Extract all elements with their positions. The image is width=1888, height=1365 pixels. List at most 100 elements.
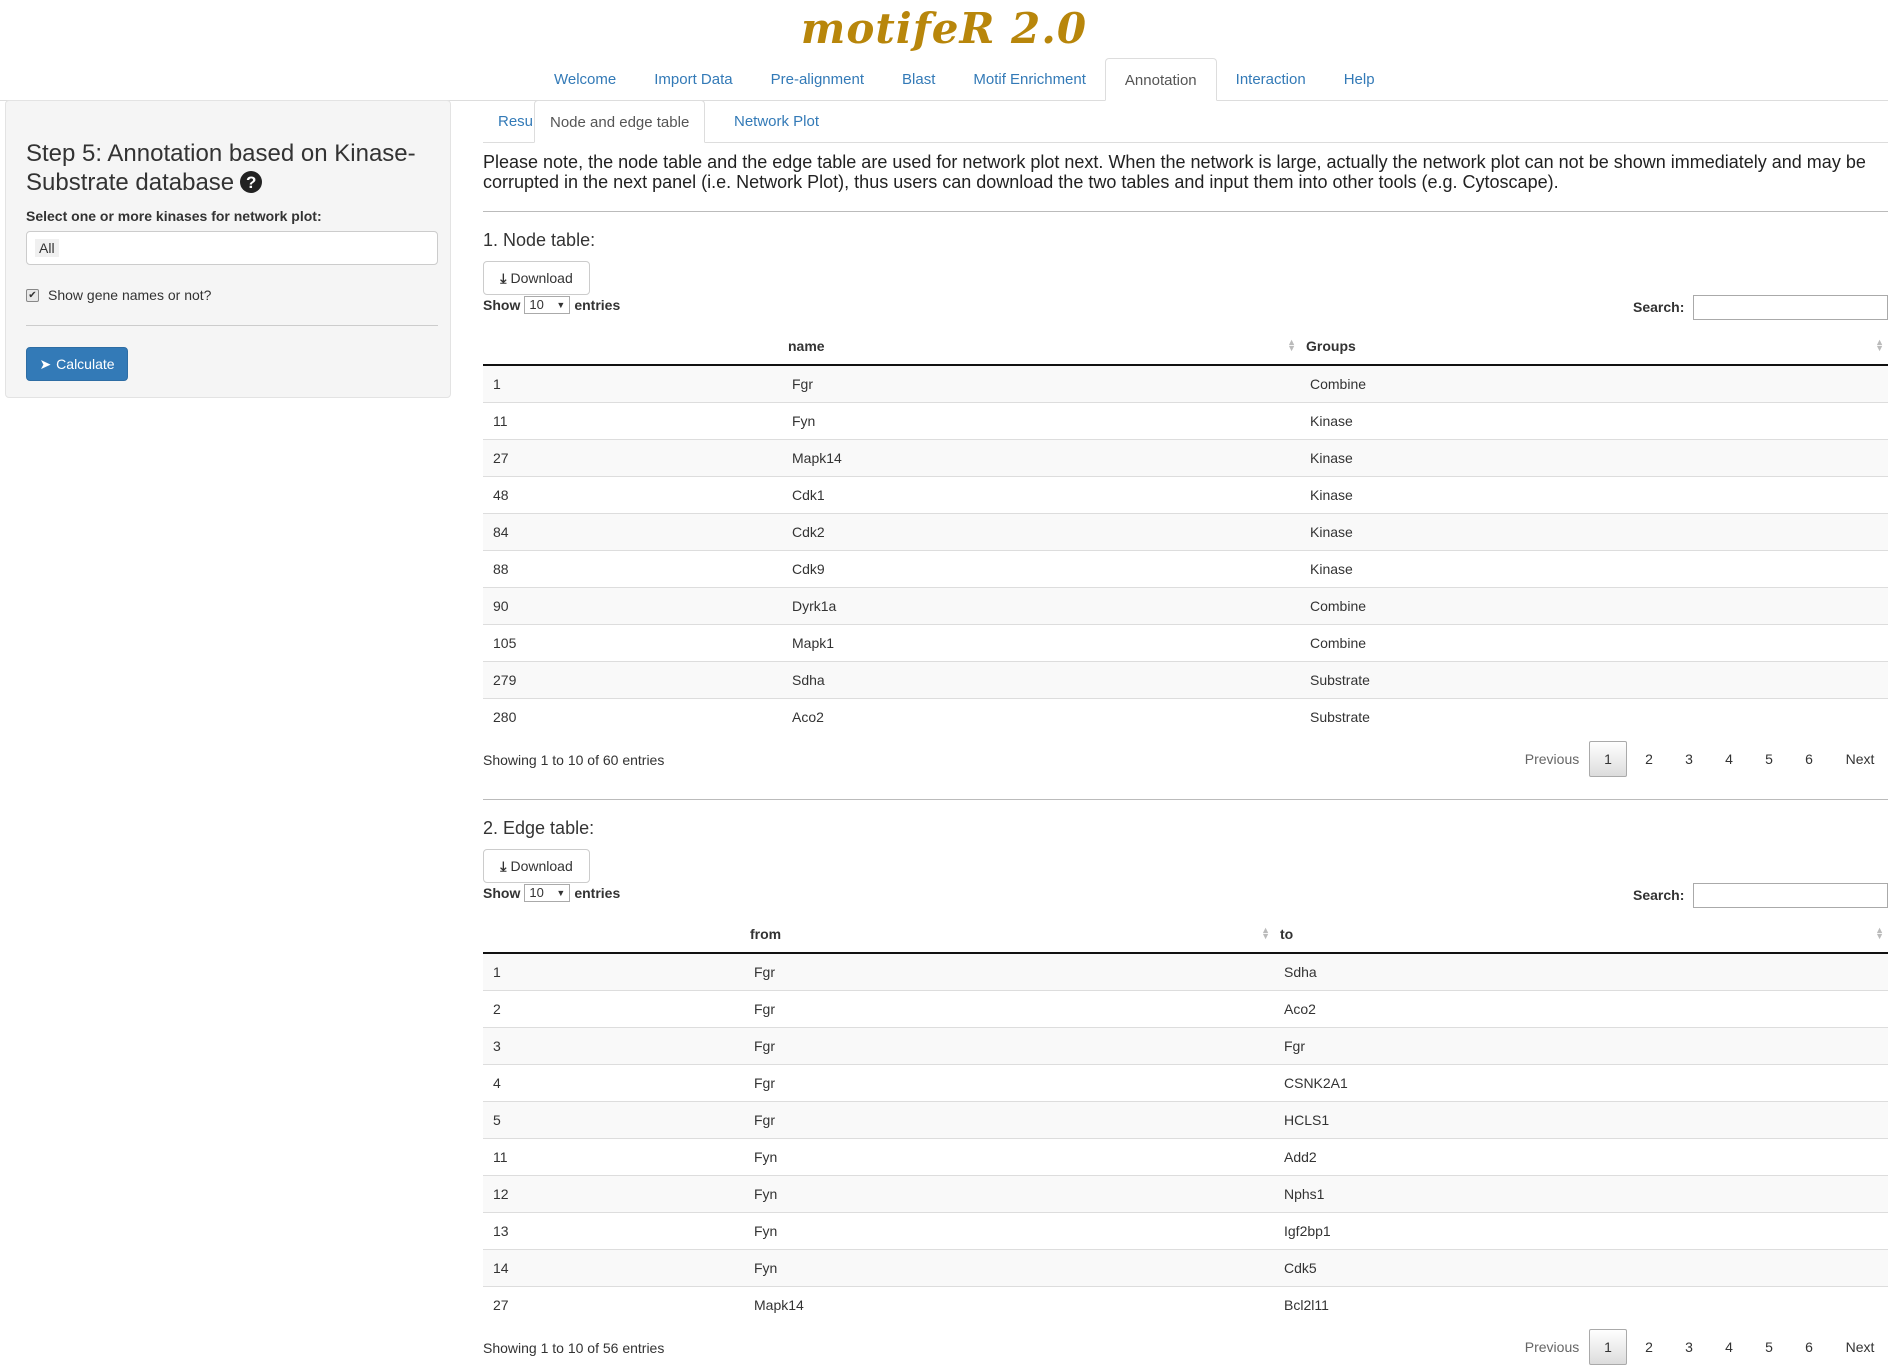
edge-search-input[interactable] bbox=[1693, 883, 1888, 908]
table-row[interactable]: 14 Fyn Cdk5 bbox=[483, 1249, 1888, 1287]
kinase-select-value[interactable]: All bbox=[35, 239, 59, 257]
table-cell: 90 bbox=[483, 587, 782, 625]
table-cell: 27 bbox=[483, 1286, 744, 1323]
column-header-from[interactable]: from ▲ ▼ bbox=[744, 915, 1274, 954]
table-row[interactable]: 280 Aco2 Substrate bbox=[483, 698, 1888, 735]
subtab-node-edge-table[interactable]: Node and edge table bbox=[534, 100, 706, 143]
tab-import-data[interactable]: Import Data bbox=[635, 58, 751, 100]
table-cell: CSNK2A1 bbox=[1274, 1064, 1888, 1102]
table-row[interactable]: 3 Fgr Fgr bbox=[483, 1027, 1888, 1065]
edge-page-2[interactable]: 2 bbox=[1631, 1329, 1667, 1365]
subtab-network-plot[interactable]: Network Plot bbox=[719, 100, 834, 142]
table-cell: Kinase bbox=[1300, 402, 1888, 440]
edge-length-select[interactable]: 10 ▼ bbox=[524, 884, 571, 902]
table-cell: Fyn bbox=[744, 1138, 1274, 1176]
app-title: motifeR 2.0 bbox=[800, 4, 1088, 53]
table-row[interactable]: 11 Fyn Kinase bbox=[483, 402, 1888, 440]
table-row[interactable]: 27 Mapk14 Bcl2l11 bbox=[483, 1286, 1888, 1323]
node-page-5[interactable]: 5 bbox=[1751, 741, 1787, 777]
table-row[interactable]: 11 Fyn Add2 bbox=[483, 1138, 1888, 1176]
sort-icon: ▲ ▼ bbox=[1875, 337, 1884, 353]
edge-table-title: 2. Edge table: bbox=[483, 818, 595, 838]
edge-page-1[interactable]: 1 bbox=[1589, 1329, 1627, 1365]
table-row[interactable]: 12 Fyn Nphs1 bbox=[483, 1175, 1888, 1213]
node-download-button[interactable]: ⤓ Download bbox=[483, 261, 590, 295]
chevron-down-icon: ▼ bbox=[556, 300, 566, 310]
node-entries-label: entries bbox=[574, 297, 621, 313]
tab-welcome[interactable]: Welcome bbox=[535, 58, 635, 100]
table-cell: 3 bbox=[483, 1027, 744, 1065]
node-search-label: Search: bbox=[1633, 299, 1685, 315]
edge-pagination-next[interactable]: Next bbox=[1833, 1329, 1887, 1365]
table-row[interactable]: 2 Fgr Aco2 bbox=[483, 990, 1888, 1028]
node-page-6[interactable]: 6 bbox=[1791, 741, 1827, 777]
table-row[interactable]: 48 Cdk1 Kinase bbox=[483, 476, 1888, 514]
tab-motif-enrichment[interactable]: Motif Enrichment bbox=[954, 58, 1105, 100]
node-pagination-previous[interactable]: Previous bbox=[1515, 741, 1589, 777]
node-pagination-next[interactable]: Next bbox=[1833, 741, 1887, 777]
edge-download-button[interactable]: ⤓ Download bbox=[483, 849, 590, 883]
table-cell: Sdha bbox=[1274, 952, 1888, 991]
table-row[interactable]: 5 Fgr HCLS1 bbox=[483, 1101, 1888, 1139]
node-download-label: Download bbox=[510, 270, 573, 286]
table-cell: Fgr bbox=[782, 364, 1300, 403]
tab-annotation[interactable]: Annotation bbox=[1104, 58, 1217, 101]
table-cell: Fgr bbox=[744, 1101, 1274, 1139]
edge-pagination-previous[interactable]: Previous bbox=[1515, 1329, 1589, 1365]
column-header-from-label: from bbox=[750, 925, 782, 942]
edge-length-value: 10 bbox=[529, 885, 544, 900]
table-cell: Kinase bbox=[1300, 550, 1888, 588]
edge-page-6[interactable]: 6 bbox=[1791, 1329, 1827, 1365]
node-table: name ▲ ▼ Groups ▲ ▼ 1 Fgr Combine 11 Fyn Kinase 27… bbox=[483, 327, 1888, 735]
note-text: Please note, the node table and the edge… bbox=[483, 152, 1866, 192]
tab-interaction[interactable]: Interaction bbox=[1217, 58, 1325, 100]
tab-blast[interactable]: Blast bbox=[883, 58, 954, 100]
table-cell: Cdk5 bbox=[1274, 1249, 1888, 1287]
node-page-2[interactable]: 2 bbox=[1631, 741, 1667, 777]
column-header-name[interactable]: name ▲ ▼ bbox=[782, 327, 1300, 366]
table-row[interactable]: 105 Mapk1 Combine bbox=[483, 624, 1888, 662]
main-panel: Results Node and edge table Network Plot… bbox=[483, 100, 1888, 1365]
node-page-4[interactable]: 4 bbox=[1711, 741, 1747, 777]
column-header-to[interactable]: to ▲ ▼ bbox=[1274, 915, 1888, 954]
node-page-1[interactable]: 1 bbox=[1589, 741, 1627, 777]
table-row[interactable]: 84 Cdk2 Kinase bbox=[483, 513, 1888, 551]
sidebar-divider bbox=[26, 325, 438, 326]
table-cell: Kinase bbox=[1300, 476, 1888, 514]
node-page-3[interactable]: 3 bbox=[1671, 741, 1707, 777]
kinase-select[interactable]: All bbox=[26, 231, 438, 265]
column-header-groups[interactable]: Groups ▲ ▼ bbox=[1300, 327, 1888, 366]
table-cell: Nphs1 bbox=[1274, 1175, 1888, 1213]
table-row[interactable]: 90 Dyrk1a Combine bbox=[483, 587, 1888, 625]
table-cell: Fyn bbox=[744, 1249, 1274, 1287]
node-pagination: Previous 1 2 3 4 5 6 Next bbox=[483, 741, 1888, 777]
calculate-button[interactable]: ➤ Calculate bbox=[26, 347, 128, 381]
table-cell: Fgr bbox=[1274, 1027, 1888, 1065]
table-row[interactable]: 279 Sdha Substrate bbox=[483, 661, 1888, 699]
edge-page-5[interactable]: 5 bbox=[1751, 1329, 1787, 1365]
tab-help[interactable]: Help bbox=[1325, 58, 1394, 100]
kinase-select-label: Select one or more kinases for network p… bbox=[26, 208, 322, 224]
table-cell: Kinase bbox=[1300, 439, 1888, 477]
table-row[interactable]: 88 Cdk9 Kinase bbox=[483, 550, 1888, 588]
table-row[interactable]: 1 Fgr Combine bbox=[483, 364, 1888, 403]
edge-page-4[interactable]: 4 bbox=[1711, 1329, 1747, 1365]
gene-names-checkbox-row[interactable]: ✔ Show gene names or not? bbox=[26, 287, 211, 303]
gene-names-checkbox[interactable]: ✔ bbox=[26, 288, 39, 302]
table-row[interactable]: 1 Fgr Sdha bbox=[483, 952, 1888, 991]
node-search-input[interactable] bbox=[1693, 295, 1888, 320]
question-circle-icon[interactable]: ? bbox=[240, 171, 263, 193]
table-cell: Fgr bbox=[744, 990, 1274, 1028]
table-row[interactable]: 4 Fgr CSNK2A1 bbox=[483, 1064, 1888, 1102]
edge-search-label: Search: bbox=[1633, 887, 1685, 903]
node-table-title: 1. Node table: bbox=[483, 230, 596, 250]
table-row[interactable]: 27 Mapk14 Kinase bbox=[483, 439, 1888, 477]
sort-icon: ▲ ▼ bbox=[1875, 925, 1884, 941]
table-row[interactable]: 13 Fyn Igf2bp1 bbox=[483, 1212, 1888, 1250]
tab-pre-alignment[interactable]: Pre-alignment bbox=[752, 58, 883, 100]
edge-page-3[interactable]: 3 bbox=[1671, 1329, 1707, 1365]
column-header-groups-label: Groups bbox=[1306, 337, 1356, 354]
node-length-select[interactable]: 10 ▼ bbox=[524, 296, 571, 314]
table-cell: Kinase bbox=[1300, 513, 1888, 551]
calculate-button-label: Calculate bbox=[56, 356, 115, 372]
